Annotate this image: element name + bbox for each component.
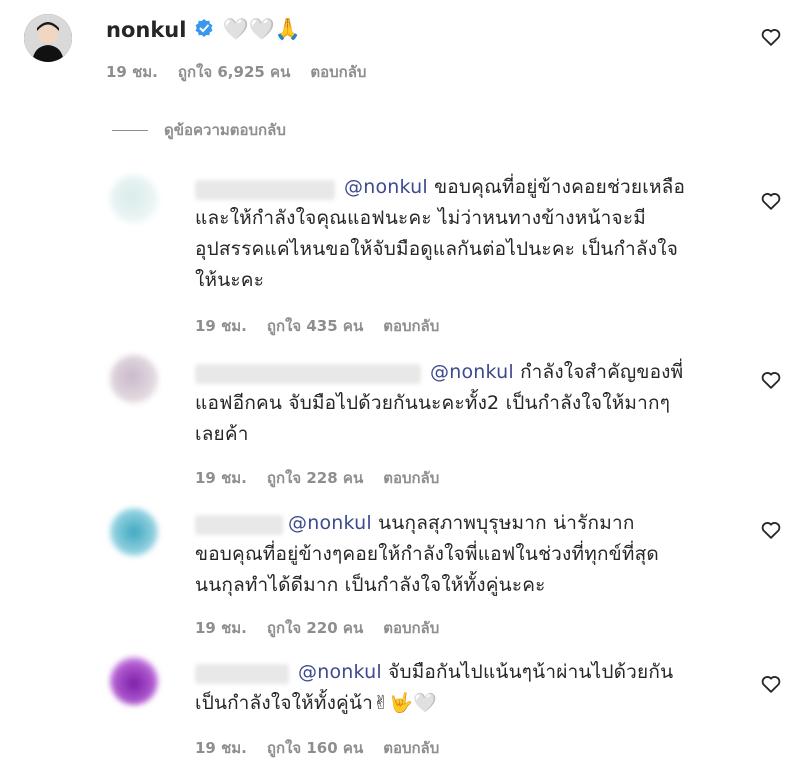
reply-avatar[interactable] — [110, 508, 158, 556]
reply-text: @nonkul ขอบคุณที่อยู่ข้างคอยช่วยเหลือ แล… — [195, 176, 686, 291]
likes-count[interactable]: ถูกใจ 6,925 คน — [178, 60, 290, 84]
comment-time: 19 ชม. — [195, 317, 247, 335]
verified-badge-icon — [194, 18, 214, 42]
owner-username[interactable]: nonkul — [106, 18, 186, 42]
likes-count[interactable]: ถูกใจ 435 คน — [267, 314, 363, 338]
reply-button[interactable]: ตอบกลับ — [383, 314, 439, 338]
reply-button[interactable]: ตอบกลับ — [310, 60, 366, 84]
owner-avatar[interactable] — [24, 14, 72, 62]
reply-text: @nonkul กำลังใจสำคัญของพี่ แอฟอีกคน จับม… — [195, 361, 684, 445]
likes-count[interactable]: ถูกใจ 228 คน — [267, 466, 363, 490]
comment-time: 19 ชม. — [195, 619, 247, 637]
reply-text: @nonkul จับมือกันไปแน้นๆน้าผ่านไปด้วยกัน… — [195, 661, 674, 714]
reply-avatar[interactable] — [110, 175, 158, 223]
heart-outline-icon[interactable] — [760, 519, 782, 541]
divider-line — [112, 129, 148, 131]
view-replies-label: ดูข้อความตอบกลับ — [164, 121, 286, 139]
mention-link[interactable]: @nonkul — [288, 512, 372, 534]
comment-time: 19 ชม. — [195, 469, 247, 487]
comment-time: 19 ชม. — [106, 63, 158, 81]
heart-outline-icon[interactable] — [760, 190, 782, 212]
likes-count[interactable]: ถูกใจ 220 คน — [267, 616, 363, 640]
reply-button[interactable]: ตอบกลับ — [383, 736, 439, 760]
reply-button[interactable]: ตอบกลับ — [383, 466, 439, 490]
heart-outline-icon[interactable] — [760, 369, 782, 391]
mention-link[interactable]: @nonkul — [298, 661, 382, 683]
mention-link[interactable]: @nonkul — [344, 176, 428, 198]
heart-outline-icon[interactable] — [760, 26, 782, 48]
heart-outline-icon[interactable] — [760, 673, 782, 695]
reply-button[interactable]: ตอบกลับ — [383, 616, 439, 640]
likes-count[interactable]: ถูกใจ 160 คน — [267, 736, 363, 760]
view-replies-button[interactable]: ดูข้อความตอบกลับ — [112, 118, 286, 142]
mention-link[interactable]: @nonkul — [430, 361, 514, 383]
reply-avatar[interactable] — [110, 355, 158, 403]
reply-avatar[interactable] — [110, 657, 158, 705]
comment-time: 19 ชม. — [195, 739, 247, 757]
owner-comment-text: 🤍🤍🙏 — [222, 17, 301, 41]
reply-text: @nonkul นนกุลสุภาพบุรุษมาก น่ารักมาก ขอบ… — [195, 512, 659, 596]
